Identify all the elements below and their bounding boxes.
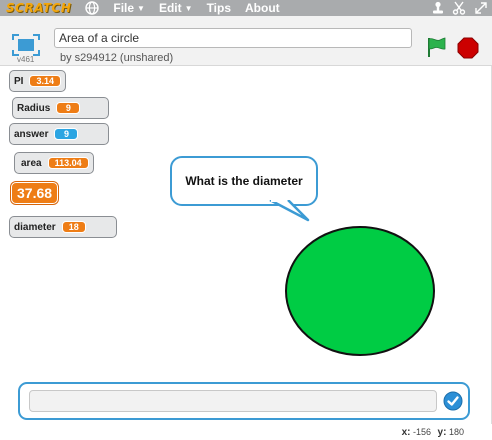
sprite-tools	[424, 0, 488, 16]
speech-bubble-text: What is the diameter	[185, 173, 303, 188]
y-value: 180	[448, 427, 464, 437]
chevron-down-icon: ▼	[137, 3, 145, 13]
monitor-value: 18	[61, 221, 86, 233]
monitor-label: PI	[14, 75, 24, 87]
duplicate-stamp-icon[interactable]	[432, 1, 444, 15]
circle-sprite[interactable]	[284, 225, 436, 357]
y-label: y:	[437, 427, 447, 438]
green-flag-icon[interactable]	[425, 36, 447, 58]
monitor-label: area	[21, 157, 42, 169]
menu-tips-label: Tips	[206, 1, 232, 15]
menu-file-label: File	[113, 1, 135, 15]
speech-bubble: What is the diameter	[170, 156, 318, 206]
grow-icon[interactable]	[474, 1, 488, 15]
menu-about[interactable]: About	[245, 1, 280, 15]
project-header: v461 by s294912 (unshared)	[0, 16, 492, 66]
menu-bar: SCRATCH File ▼ Edit ▼ Tips About	[0, 0, 492, 16]
ask-prompt	[18, 382, 470, 420]
monitor-value: 3.14	[29, 75, 61, 87]
scratch-logo[interactable]: SCRATCH	[6, 1, 71, 15]
globe-icon[interactable]	[85, 1, 100, 15]
presentation-mode-icon[interactable]	[12, 34, 40, 56]
variable-monitor-radius[interactable]: Radius 9	[12, 97, 109, 119]
stage-footer: x: -156 y: 180	[0, 424, 492, 440]
variable-monitor-area[interactable]: area 113.04	[14, 152, 94, 174]
speech-bubble-tail	[269, 200, 310, 222]
menu-edit-label: Edit	[158, 1, 182, 15]
x-value: -156	[413, 427, 432, 437]
sensing-monitor-answer[interactable]: answer 9	[9, 123, 109, 145]
monitor-value: 9	[56, 102, 81, 114]
project-byline: by s294912 (unshared)	[60, 52, 174, 64]
cut-scissors-icon[interactable]	[452, 1, 466, 15]
project-title-input[interactable]	[54, 28, 412, 48]
large-readout-monitor[interactable]: 37.68	[11, 182, 59, 204]
mouse-coordinates: x: -156 y: 180	[402, 427, 468, 438]
version-label: v461	[17, 55, 35, 64]
chevron-down-icon: ▼	[184, 3, 193, 13]
menu-edit[interactable]: Edit ▼	[159, 1, 193, 15]
ask-answer-input[interactable]	[29, 390, 437, 412]
monitor-value: 113.04	[47, 157, 89, 169]
menu-file[interactable]: File ▼	[113, 1, 145, 15]
main-menu: File ▼ Edit ▼ Tips About	[113, 1, 293, 15]
menu-about-label: About	[245, 1, 280, 15]
checkmark-submit-icon[interactable]	[443, 391, 463, 411]
monitor-value: 9	[54, 128, 79, 140]
variable-monitor-pi[interactable]: PI 3.14	[9, 70, 66, 92]
variable-monitor-diameter[interactable]: diameter 18	[9, 216, 117, 238]
monitor-label: Radius	[17, 102, 51, 114]
x-label: x:	[401, 427, 411, 438]
menu-tips[interactable]: Tips	[207, 1, 231, 15]
stage[interactable]: PI 3.14 Radius 9 answer 9 area 113.04 37…	[0, 66, 492, 424]
monitor-label: diameter	[14, 221, 56, 233]
stop-sign-icon[interactable]	[457, 37, 479, 59]
monitor-label: answer	[14, 128, 49, 140]
